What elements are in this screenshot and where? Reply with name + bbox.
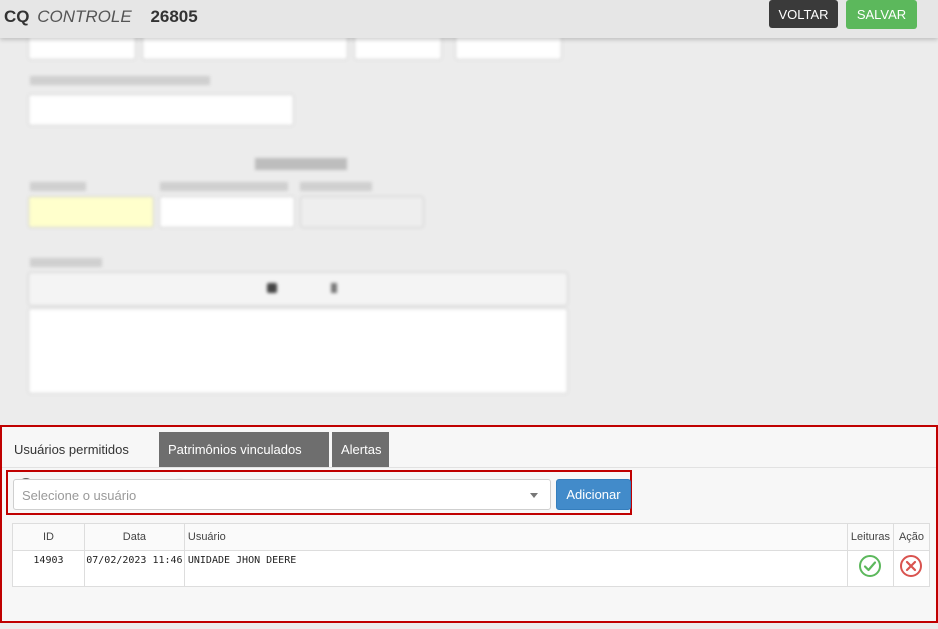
form-field: [28, 196, 154, 228]
check-circle-icon[interactable]: [858, 554, 882, 578]
tab-label: Usuários permitidos: [14, 442, 129, 457]
user-select[interactable]: Selecione o usuário: [13, 479, 551, 510]
cell-leituras: [846, 550, 894, 587]
table-row: 14903 07/02/2023 11:46 UNIDADE JHON DEER…: [12, 550, 931, 587]
column-header-usuario: Usuário: [183, 523, 848, 551]
add-user-group: Selecione o usuário Adicionar: [6, 470, 632, 515]
save-button[interactable]: SALVAR: [846, 0, 917, 29]
section-heading: [255, 158, 347, 170]
app-code: CQ: [4, 7, 30, 26]
top-bar: CQ CONTROLE 26805 VOLTAR SALVAR: [0, 0, 938, 38]
cell-acao: [892, 550, 931, 587]
observations-editor: [28, 308, 568, 394]
tab-usuarios-permitidos[interactable]: Usuários permitidos1: [5, 432, 155, 494]
form-label: [30, 182, 86, 191]
form-label: [160, 182, 288, 191]
page-title: CQ CONTROLE 26805: [4, 7, 198, 27]
app-section: CONTROLE: [37, 7, 132, 26]
tab-patrimonios-vinculados[interactable]: Patrimônios vinculados1: [159, 432, 329, 494]
bold-icon: [267, 283, 277, 293]
remove-circle-icon[interactable]: [899, 554, 923, 578]
form-label: [30, 76, 210, 85]
add-user-button[interactable]: Adicionar: [556, 479, 631, 510]
tab-label: Alertas: [341, 442, 382, 457]
form-field: [159, 196, 295, 228]
table-header-row: ID Data Usuário Leituras Ação: [12, 523, 931, 551]
cell-usuario: UNIDADE JHON DEERE: [183, 550, 848, 587]
blurred-form-area: [0, 0, 938, 420]
form-label: [300, 182, 372, 191]
back-button[interactable]: VOLTAR: [769, 0, 838, 28]
tab-divider: [2, 467, 936, 468]
form-select: [28, 94, 294, 126]
tab-label: Patrimônios vinculados: [168, 442, 302, 457]
record-number: 26805: [150, 7, 198, 26]
italic-icon: [331, 283, 337, 293]
column-header-id: ID: [12, 523, 85, 551]
users-table: ID Data Usuário Leituras Ação 14903 07/0…: [12, 523, 931, 587]
column-header-leituras: Leituras: [846, 523, 894, 551]
users-panel: Usuários permitidos1 Patrimônios vincula…: [0, 425, 938, 623]
cell-id: 14903: [12, 550, 85, 587]
form-field: [300, 196, 424, 228]
chevron-down-icon: [530, 493, 538, 498]
cell-data: 07/02/2023 11:46: [83, 550, 185, 587]
form-label: [30, 258, 102, 267]
column-header-data: Data: [83, 523, 185, 551]
editor-toolbar: [28, 272, 568, 306]
user-select-placeholder: Selecione o usuário: [22, 488, 137, 503]
column-header-acao: Ação: [892, 523, 931, 551]
tab-alertas[interactable]: Alertas: [332, 432, 389, 467]
